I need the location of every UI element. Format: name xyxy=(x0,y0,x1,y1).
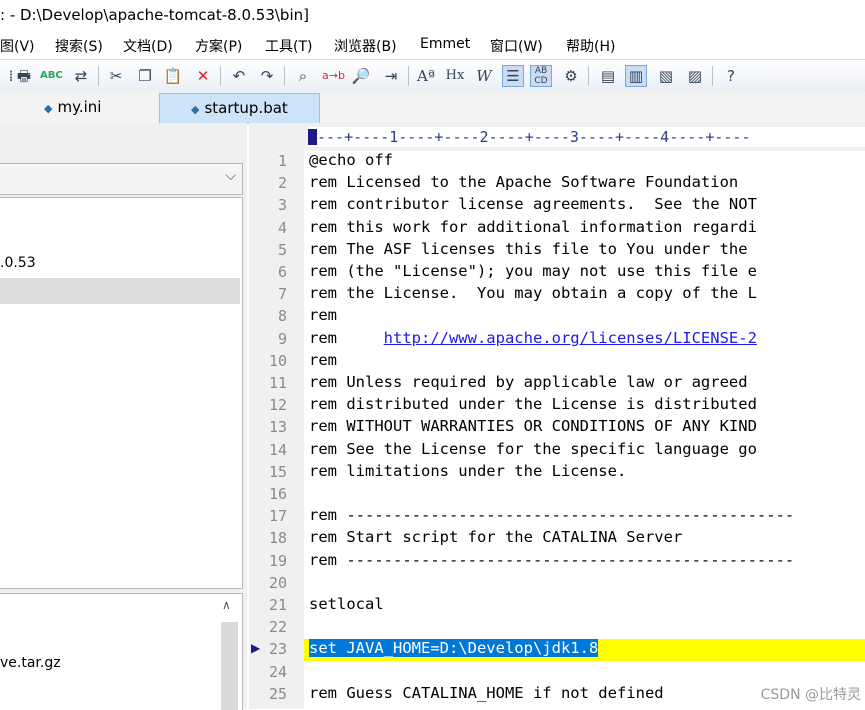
indent-icon[interactable]: ☰ xyxy=(502,65,524,87)
title-bar: : - D:\Develop\apache-tomcat-8.0.53\bin] xyxy=(0,0,865,32)
folder-dropdown[interactable]: ⌵ xyxy=(0,163,243,195)
folder-tree: .0.53 xyxy=(0,197,243,589)
toolbar-separator xyxy=(98,66,99,86)
view-1-icon[interactable]: ▤ xyxy=(597,65,619,87)
tab-startup-bat[interactable]: ◆ startup.bat xyxy=(159,93,320,123)
watermark: CSDN @比特灵 xyxy=(760,687,861,703)
toolbar: ⁞ 🖶 ABC ⇄ ✂ ❐ 📋 ✕ ↶ ↷ ⌕ a→b 🔎 ⇥ Aª Hx W … xyxy=(0,59,865,94)
column-ruler: ---+----1----+----2----+----3----+----4-… xyxy=(308,127,865,147)
menu-view[interactable]: 图(V) xyxy=(0,36,35,56)
scrollbar-thumb[interactable] xyxy=(221,622,238,710)
spellcheck-icon[interactable]: ABC xyxy=(40,65,63,87)
code-editor[interactable] xyxy=(304,151,865,709)
tab-label: startup.bat xyxy=(204,99,288,117)
paste-icon[interactable]: 📋 xyxy=(162,65,184,87)
file-diamond-icon: ◆ xyxy=(44,102,53,115)
settings-icon[interactable]: ⚙ xyxy=(560,65,582,87)
toolbar-separator xyxy=(408,66,409,86)
ruler-cursor-marker xyxy=(308,129,317,145)
tab-label: my.ini xyxy=(57,98,102,116)
hex-icon[interactable]: Hx xyxy=(444,65,466,87)
tab-my-ini[interactable]: ◆ my.ini xyxy=(44,93,154,122)
menu-document[interactable]: 文档(D) xyxy=(123,36,173,56)
line-number-gutter xyxy=(249,151,304,709)
toolbar-separator xyxy=(284,66,285,86)
tree-item-selected[interactable] xyxy=(0,278,240,304)
menu-window[interactable]: 窗口(W) xyxy=(490,36,543,56)
view-2-icon[interactable]: ▥ xyxy=(625,65,647,87)
find-in-files-icon[interactable]: 🔎 xyxy=(350,65,372,87)
tree-item[interactable]: .0.53 xyxy=(0,255,36,271)
bookmark-arrow-icon: ▶ xyxy=(251,641,261,655)
view-4-icon[interactable]: ▨ xyxy=(684,65,706,87)
menu-help[interactable]: 帮助(H) xyxy=(566,36,615,56)
ruler-text: ---+----1----+----2----+----3----+----4-… xyxy=(317,128,751,146)
file-list: ∧ ve.tar.gz xyxy=(0,593,243,710)
font-size-icon[interactable]: Aª xyxy=(415,65,437,87)
toolbar-separator xyxy=(220,66,221,86)
menu-tools[interactable]: 工具(T) xyxy=(265,36,312,56)
goto-line-icon[interactable]: ⇥ xyxy=(380,65,402,87)
menu-bar: 图(V) 搜索(S) 文档(D) 方案(P) 工具(T) 浏览器(B) Emme… xyxy=(0,32,865,58)
toolbar-separator xyxy=(712,66,713,86)
convert-icon[interactable]: ⇄ xyxy=(70,65,92,87)
delete-icon[interactable]: ✕ xyxy=(192,65,214,87)
menu-emmet[interactable]: Emmet xyxy=(420,36,470,52)
file-diamond-icon: ◆ xyxy=(191,103,200,116)
chevron-down-icon: ⌵ xyxy=(225,168,236,184)
toolbar-separator xyxy=(588,66,589,86)
current-line-highlight xyxy=(304,639,865,661)
tab-bar: ◆ my.ini ◆ startup.bat xyxy=(0,92,865,124)
list-item[interactable]: ve.tar.gz xyxy=(0,655,61,671)
help-icon[interactable]: ? xyxy=(720,65,742,87)
print-icon[interactable]: 🖶 xyxy=(13,65,35,87)
find-icon[interactable]: ⌕ xyxy=(292,65,314,87)
copy-icon[interactable]: ❐ xyxy=(134,65,156,87)
scroll-up-icon[interactable]: ∧ xyxy=(222,598,231,612)
abc-icon[interactable]: AB CD xyxy=(530,65,552,87)
cut-icon[interactable]: ✂ xyxy=(105,65,127,87)
word-wrap-icon[interactable]: W xyxy=(473,65,495,87)
menu-browser[interactable]: 浏览器(B) xyxy=(334,36,397,56)
undo-icon[interactable]: ↶ xyxy=(228,65,250,87)
menu-search[interactable]: 搜索(S) xyxy=(55,36,103,56)
replace-icon[interactable]: a→b xyxy=(322,65,345,87)
redo-icon[interactable]: ↷ xyxy=(256,65,278,87)
view-3-icon[interactable]: ▧ xyxy=(655,65,677,87)
menu-scheme[interactable]: 方案(P) xyxy=(195,36,242,56)
window-title: : - D:\Develop\apache-tomcat-8.0.53\bin] xyxy=(0,6,309,24)
